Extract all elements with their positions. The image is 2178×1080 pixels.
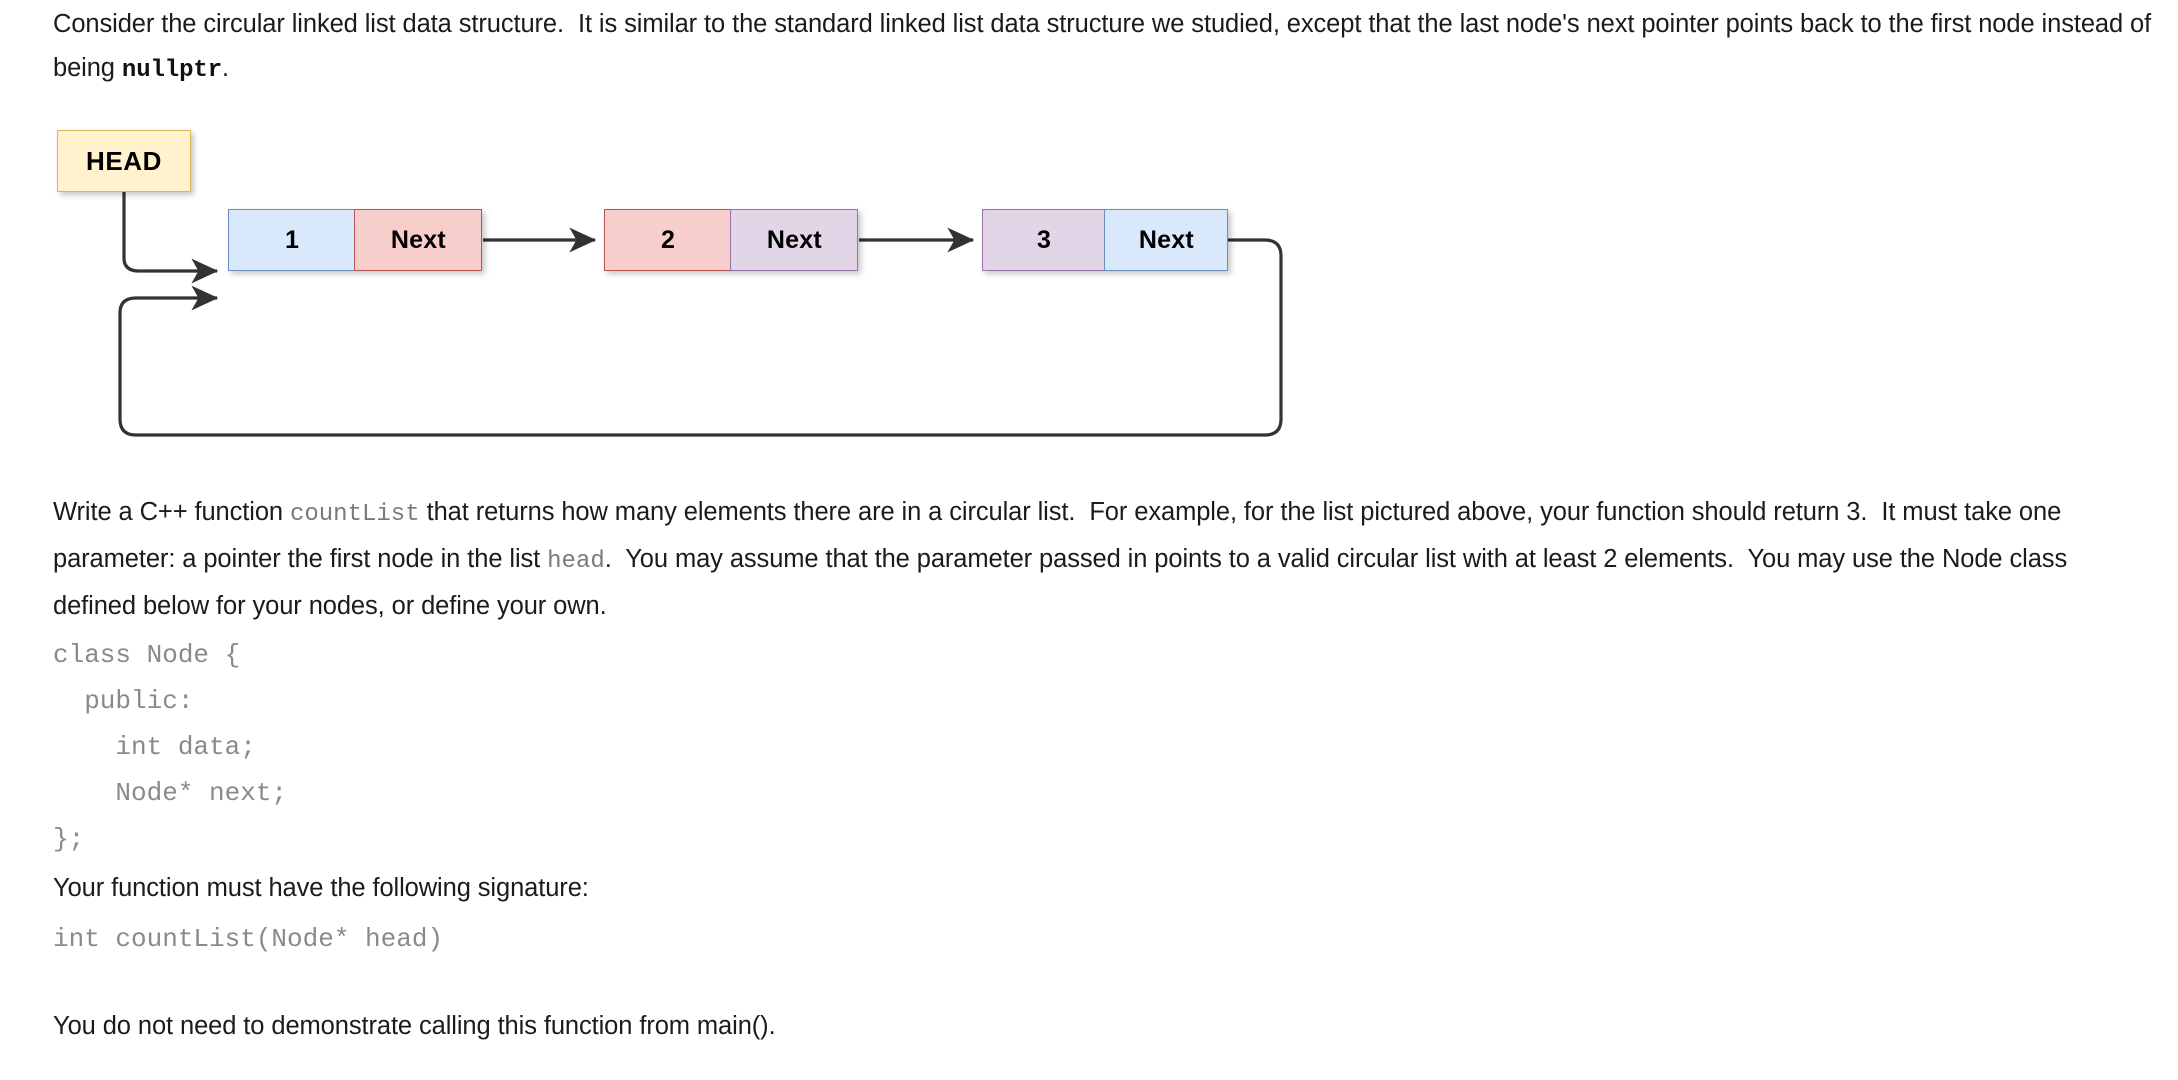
circular-linked-list-diagram: HEAD 1 Next 2 Next 3 Next	[0, 110, 1400, 470]
head-code-span: head	[547, 548, 605, 575]
countlist-code-span: countList	[289, 501, 420, 528]
head-pointer-arrow	[122, 192, 219, 284]
intro-text-a: Consider the circular linked list data s…	[53, 10, 2159, 82]
intro-text-b: .	[222, 54, 230, 82]
head-box: HEAD	[57, 130, 191, 192]
node-3-next-cell: Next	[1104, 209, 1229, 271]
node-3-data-cell: 3	[982, 209, 1106, 271]
node-1-data-cell: 1	[228, 209, 356, 271]
node-2: 2 Next	[604, 209, 859, 271]
node-1: 1 Next	[228, 209, 483, 271]
problem-page: Consider the circular linked list data s…	[0, 0, 2178, 1080]
node-2-data-cell: 2	[604, 209, 732, 271]
node-2-next-cell: Next	[730, 209, 859, 271]
task-text-a: Write a C++ function	[53, 498, 290, 526]
closing-paragraph: You do not need to demonstrate calling t…	[53, 1012, 776, 1040]
task-paragraph: Write a C++ function countList that retu…	[53, 490, 2148, 628]
node-3: 3 Next	[982, 209, 1229, 271]
nullptr-code-span: nullptr	[121, 57, 223, 84]
node-1-next-cell: Next	[354, 209, 483, 271]
node-class-code-block: class Node { public: int data; Node* nex…	[53, 640, 288, 854]
intro-paragraph: Consider the circular linked list data s…	[53, 2, 2158, 93]
function-signature-code: int countList(Node* head)	[53, 924, 444, 954]
signature-intro-paragraph: Your function must have the following si…	[53, 874, 589, 902]
diagram-arrows-svg	[118, 192, 1283, 437]
